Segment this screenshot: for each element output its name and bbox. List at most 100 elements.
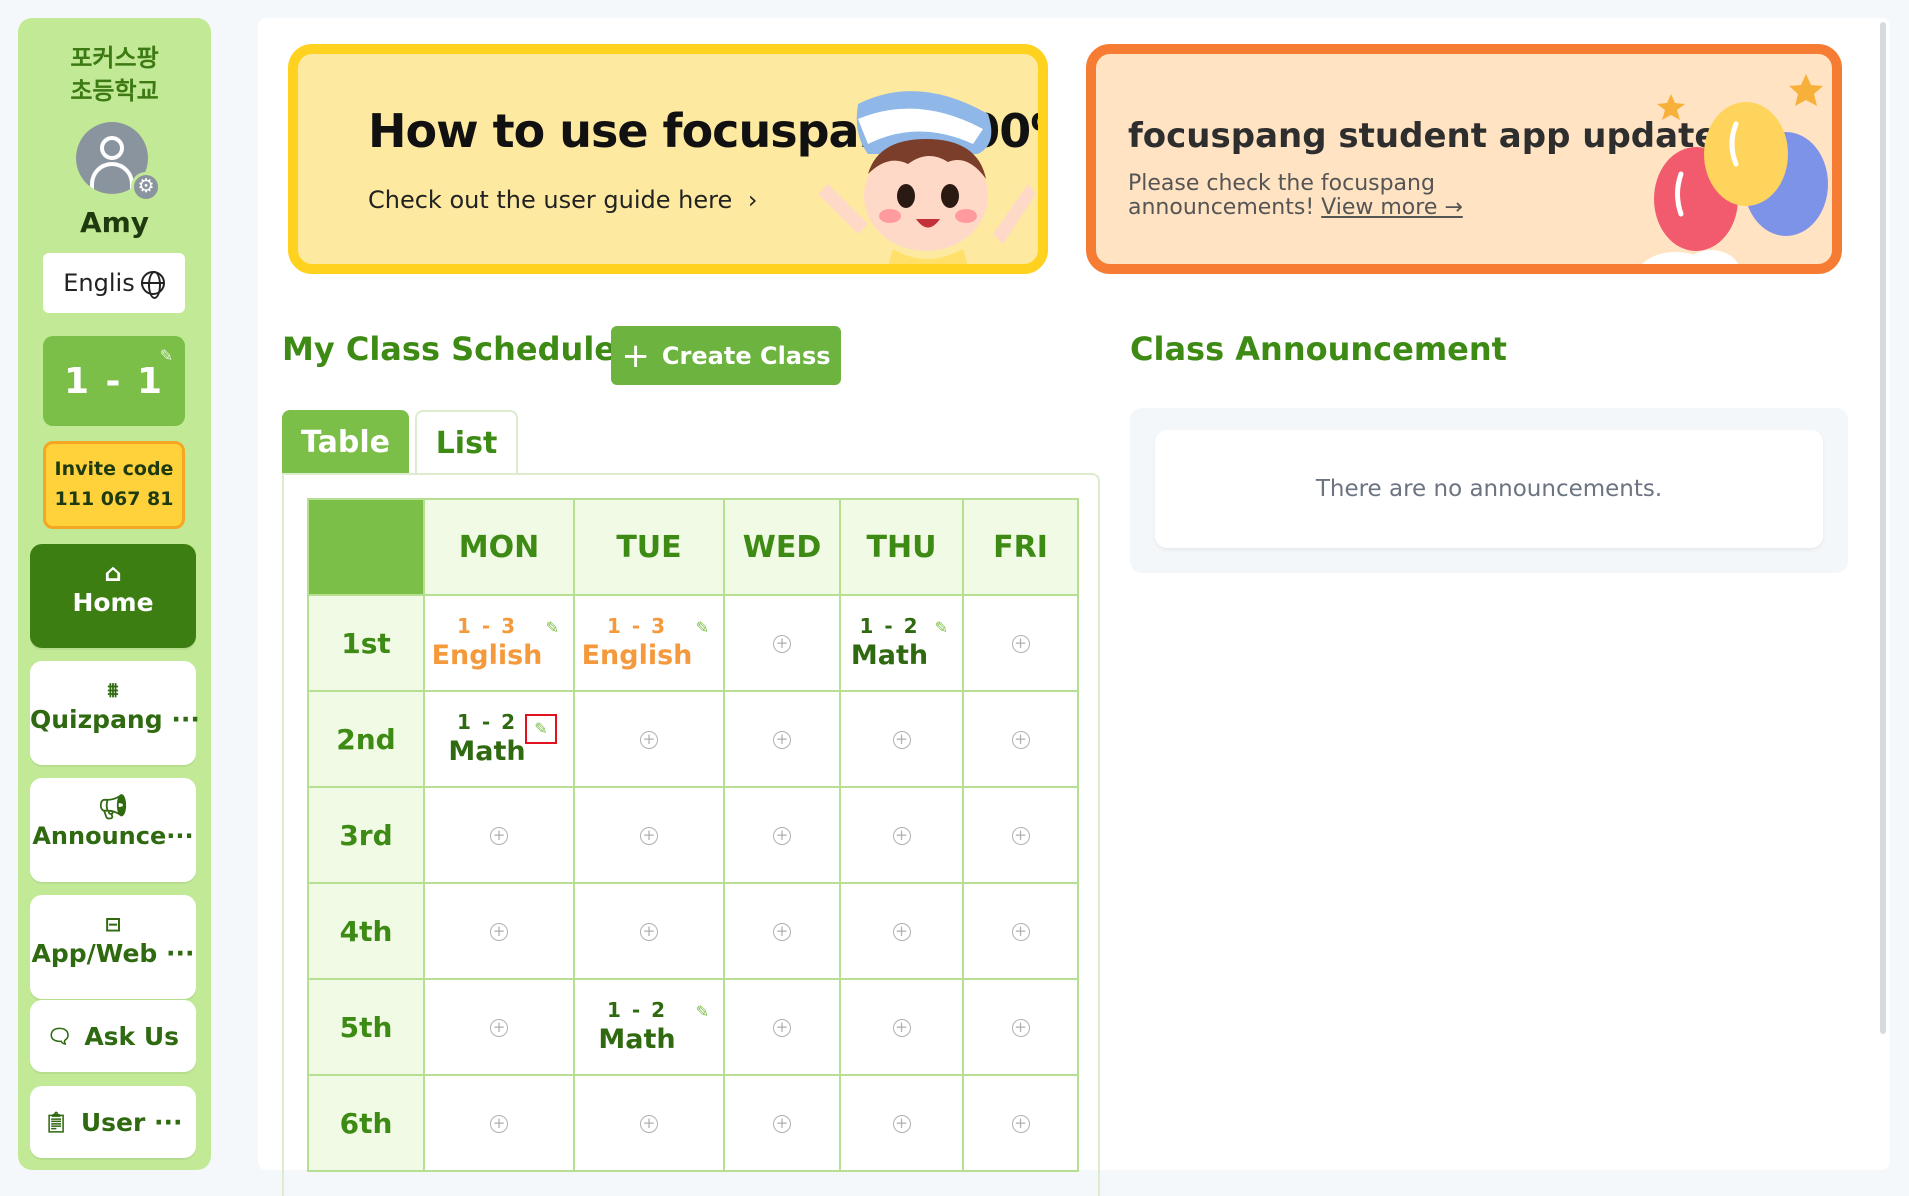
empty-slot[interactable]: + [839,978,964,1076]
add-circle-icon[interactable]: + [773,1019,791,1037]
megaphone-icon: 📢︎ [97,793,129,821]
empty-slot[interactable]: + [962,882,1079,980]
add-circle-icon[interactable]: + [892,827,911,845]
empty-slot[interactable]: + [723,690,841,788]
schedule-table: MON TUE WED THU FRI 1st 1 - 3 English ✎ 1 - … [307,498,1079,1172]
add-circle-icon[interactable]: + [640,1115,658,1133]
create-class-button[interactable]: + Create Class [611,326,841,385]
announcement-empty-text: There are no announcements. [1315,476,1663,502]
class-cell[interactable]: 1 - 2 Math ✎ [573,978,725,1076]
class-code: 1 - 2 [456,710,518,734]
empty-slot[interactable]: + [962,786,1079,884]
class-cell[interactable]: 1 - 2 Math ✎ [423,690,575,788]
language-selector[interactable]: Englis [43,253,185,313]
class-name: 1 - 1 [63,360,165,402]
gear-icon[interactable]: ⚙ [131,172,161,202]
edit-pencil-icon[interactable]: ✎ [525,714,557,744]
empty-slot[interactable]: + [723,594,841,692]
kid-illustration [818,91,1036,264]
add-circle-icon[interactable]: + [892,1019,911,1037]
guide-banner-subtitle[interactable]: Check out the user guide here › [368,186,757,214]
day-header: TUE [573,498,725,596]
add-circle-icon[interactable]: + [640,827,658,845]
add-circle-icon[interactable]: + [1011,635,1030,653]
empty-slot[interactable]: + [573,882,725,980]
empty-slot[interactable]: + [962,690,1079,788]
empty-slot[interactable]: + [839,1074,964,1172]
add-circle-icon[interactable]: + [773,635,791,653]
add-circle-icon[interactable]: + [1011,731,1030,749]
language-label: Englis [63,269,135,297]
nav-ask-us[interactable]: 🗨︎ Ask Us [30,1000,196,1072]
class-cell[interactable]: 1 - 3 English ✎ [573,594,725,692]
nav-home[interactable]: ⌂ Home [30,544,196,648]
empty-slot[interactable]: + [962,978,1079,1076]
empty-slot[interactable]: + [723,978,841,1076]
edit-pencil-icon[interactable]: ✎ [160,346,175,365]
add-circle-icon[interactable]: + [773,923,791,941]
add-circle-icon[interactable]: + [773,1115,791,1133]
plus-icon: + [621,335,650,376]
guide-banner[interactable]: How to use focuspang 100% Check out the … [288,44,1048,274]
add-circle-icon[interactable]: + [773,731,791,749]
empty-slot[interactable]: + [573,786,725,884]
empty-slot[interactable]: + [423,978,575,1076]
add-circle-icon[interactable]: + [892,1115,911,1133]
nav-quizpang[interactable]: ⩩ Quizpang ··· [30,661,200,765]
add-circle-icon[interactable]: + [1011,1115,1030,1133]
tab-list[interactable]: List [415,410,518,474]
class-selector[interactable]: 1 - 1 ✎ [43,336,185,426]
add-circle-icon[interactable]: + [490,1019,508,1037]
update-banner[interactable]: focuspang student app update Please chec… [1086,44,1842,274]
empty-slot[interactable]: + [723,1074,841,1172]
empty-slot[interactable]: + [839,690,964,788]
edit-pencil-icon[interactable]: ✎ [696,1002,709,1021]
class-subject: Math [850,640,929,671]
empty-slot[interactable]: + [423,786,575,884]
empty-slot[interactable]: + [962,594,1079,692]
view-more-link[interactable]: View more → [1321,195,1463,220]
add-circle-icon[interactable]: + [490,1115,508,1133]
announcement-empty-card: There are no announcements. [1155,430,1823,548]
empty-slot[interactable]: + [839,882,964,980]
add-circle-icon[interactable]: + [892,731,911,749]
nav-user[interactable]: 📋︎ User ··· [30,1086,196,1158]
quiz-podium-icon: ⩩ [107,678,119,702]
username: Amy [79,206,150,239]
edit-pencil-icon[interactable]: ✎ [696,618,709,637]
add-circle-icon[interactable]: + [773,827,791,845]
empty-slot[interactable]: + [573,1074,725,1172]
class-cell[interactable]: 1 - 2 Math ✎ [839,594,964,692]
empty-slot[interactable]: + [423,1074,575,1172]
home-icon: ⌂ [104,559,122,587]
nav-announcements[interactable]: 📢︎ Announce··· [30,778,196,882]
empty-slot[interactable]: + [723,882,841,980]
period-label: 1st [307,594,425,692]
edit-pencil-icon[interactable]: ✎ [935,618,948,637]
scrollbar[interactable] [1880,22,1886,1034]
add-circle-icon[interactable]: + [640,923,658,941]
add-circle-icon[interactable]: + [892,923,911,941]
add-circle-icon[interactable]: + [490,923,508,941]
add-circle-icon[interactable]: + [640,731,658,749]
class-cell[interactable]: 1 - 3 English ✎ [423,594,575,692]
empty-slot[interactable]: + [573,690,725,788]
add-circle-icon[interactable]: + [1011,827,1030,845]
edit-pencil-icon[interactable]: ✎ [546,618,559,637]
school-name-line2: 초등학교 [70,77,159,105]
invite-code-value: 111 067 81 [54,488,174,510]
period-label: 5th [307,978,425,1076]
tab-table[interactable]: Table [282,410,409,474]
nav-app-web[interactable]: ⊟ App/Web ··· [30,895,196,999]
class-code: 1 - 3 [606,614,668,638]
invite-code-box[interactable]: Invite code 111 067 81 [43,441,185,529]
chat-icon: 🗨︎ [46,1024,73,1048]
empty-slot[interactable]: + [423,882,575,980]
add-circle-icon[interactable]: + [1011,923,1030,941]
empty-slot[interactable]: + [962,1074,1079,1172]
empty-slot[interactable]: + [839,786,964,884]
empty-slot[interactable]: + [723,786,841,884]
add-circle-icon[interactable]: + [490,827,508,845]
table-row: 1st 1 - 3 English ✎ 1 - 3 English ✎ +1 - 2 Math ✎… [307,594,1079,692]
add-circle-icon[interactable]: + [1011,1019,1030,1037]
